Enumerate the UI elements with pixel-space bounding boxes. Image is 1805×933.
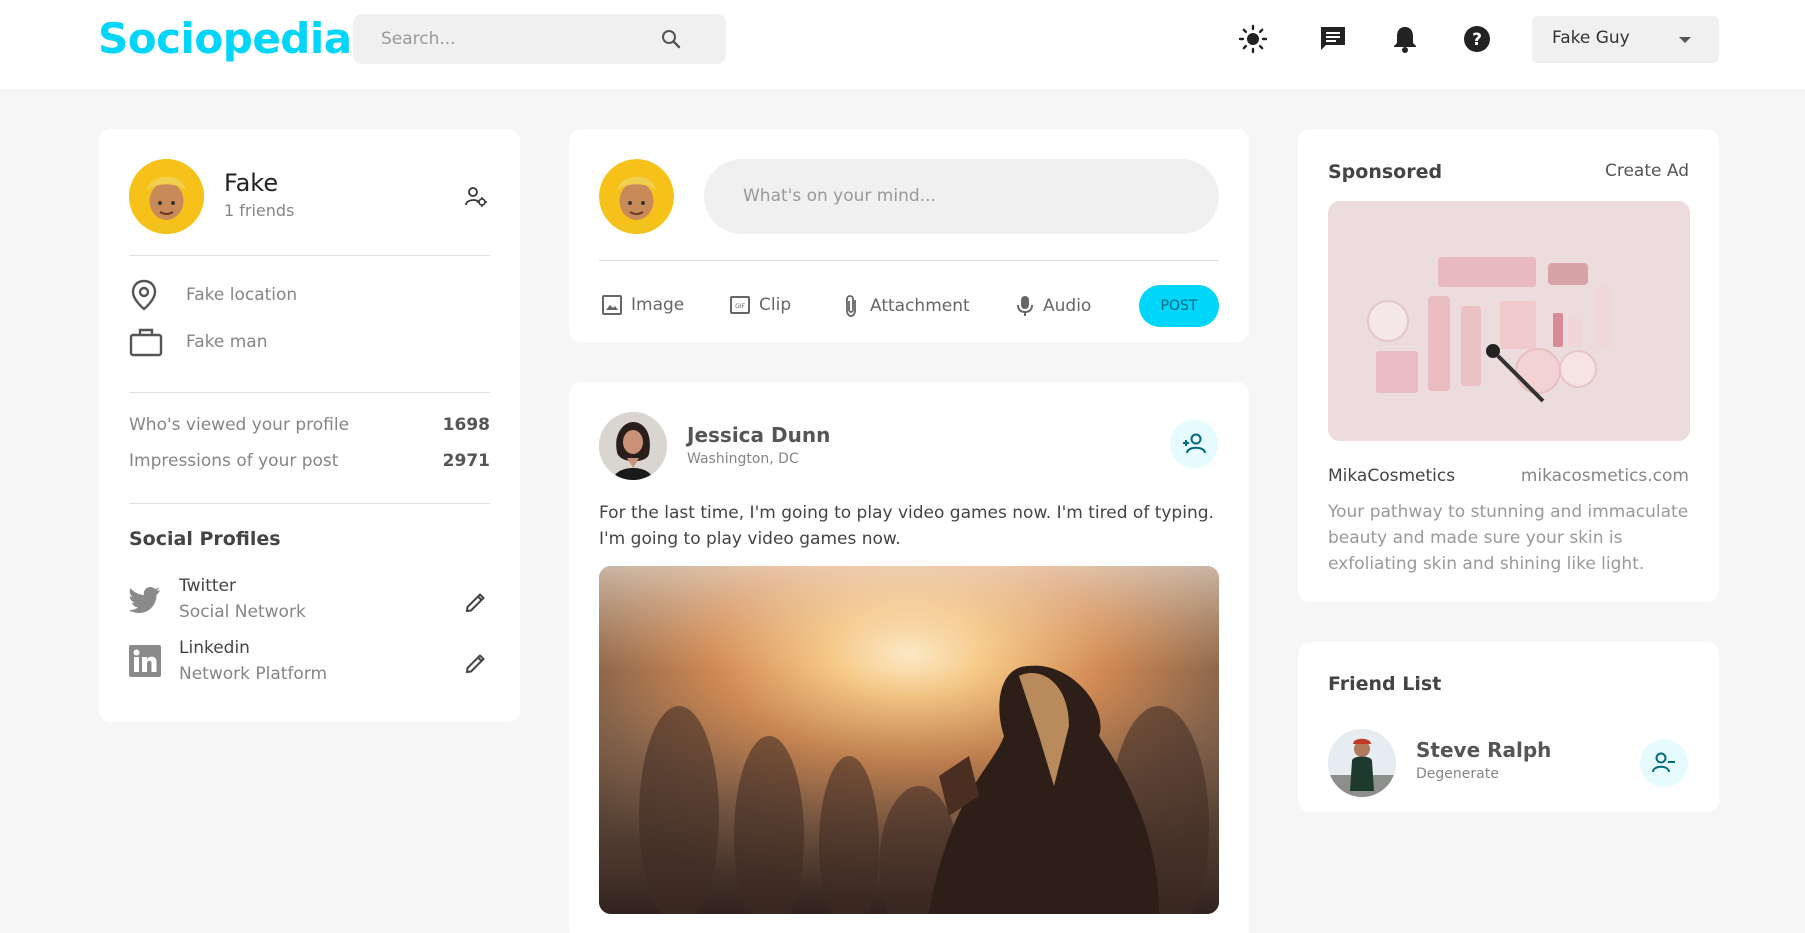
search-input[interactable]	[381, 26, 661, 52]
social-name[interactable]: Linkedin	[179, 638, 250, 658]
person-add-icon	[1183, 433, 1206, 454]
divider	[599, 260, 1219, 261]
audio-action-label: Audio	[1043, 296, 1092, 316]
post-image[interactable]	[599, 566, 1219, 914]
friend-name[interactable]: Steve Ralph	[1416, 738, 1551, 762]
search-icon[interactable]	[659, 27, 683, 55]
ad-image[interactable]	[1328, 201, 1690, 441]
bell-icon[interactable]	[1388, 22, 1422, 56]
impressions-count: 2971	[442, 451, 490, 471]
user-dropdown[interactable]: Fake Guy	[1532, 16, 1719, 63]
post-text: For the last time, I'm going to play vid…	[599, 503, 1214, 549]
clip-action-label: Clip	[759, 295, 792, 315]
occupation-text: Fake man	[186, 332, 268, 352]
create-ad-link[interactable]: Create Ad	[1605, 161, 1689, 181]
profile-avatar[interactable]	[129, 159, 204, 234]
friend-list-title: Friend List	[1328, 673, 1442, 695]
attachment-icon	[846, 295, 856, 317]
sponsored-title: Sponsored	[1328, 161, 1443, 183]
post-author-avatar[interactable]	[599, 412, 667, 480]
edit-icon[interactable]	[464, 590, 488, 618]
clip-action[interactable]: GIF Clip	[729, 294, 791, 316]
location-text: Fake location	[186, 285, 298, 305]
edit-icon[interactable]	[464, 651, 488, 679]
friend-subtitle: Degenerate	[1416, 766, 1499, 782]
linkedin-icon	[129, 645, 161, 681]
ad-brand: MikaCosmetics	[1328, 466, 1456, 486]
user-name: Fake Guy	[1552, 28, 1630, 48]
post-button[interactable]: POST	[1139, 285, 1219, 327]
logo[interactable]: Sociopedia	[98, 14, 352, 63]
friend-count: 1 friends	[224, 201, 295, 220]
friend-list-card: Friend List Steve Ralph Degenerate	[1298, 642, 1719, 812]
post-input[interactable]: What's on your mind...	[704, 159, 1219, 234]
svg-text:GIF: GIF	[735, 303, 745, 310]
divider	[129, 392, 490, 393]
impressions-label: Impressions of your post	[129, 451, 339, 471]
post-input-placeholder: What's on your mind...	[743, 186, 936, 206]
divider	[129, 503, 490, 504]
social-type: Network Platform	[179, 664, 328, 684]
sun-icon[interactable]	[1236, 22, 1270, 56]
social-name[interactable]: Twitter	[179, 576, 236, 596]
person-remove-icon	[1652, 752, 1675, 773]
remove-friend-button[interactable]	[1640, 739, 1688, 787]
attachment-action-label: Attachment	[870, 296, 970, 316]
image-action-label: Image	[631, 295, 685, 315]
social-profiles-title: Social Profiles	[129, 528, 281, 550]
navbar: Sociopedia ? Fake Guy	[0, 0, 1805, 89]
image-action[interactable]: Image	[601, 294, 684, 316]
briefcase-icon	[129, 327, 163, 361]
post-author-name[interactable]: Jessica Dunn	[687, 423, 830, 447]
ad-description: Your pathway to stunning and immaculate …	[1328, 502, 1689, 574]
chevron-down-icon	[1679, 37, 1691, 43]
attachment-action[interactable]: Attachment	[840, 294, 970, 318]
composer-avatar	[599, 159, 674, 234]
help-icon[interactable]: ?	[1460, 22, 1494, 56]
friend-avatar[interactable]	[1328, 729, 1396, 797]
svg-text:?: ?	[1472, 30, 1482, 50]
profile-name[interactable]: Fake	[224, 169, 278, 197]
divider	[129, 255, 490, 256]
audio-action[interactable]: Audio	[1015, 294, 1091, 318]
post-author-location: Washington, DC	[687, 451, 799, 467]
viewed-label: Who's viewed your profile	[129, 415, 350, 435]
viewed-count: 1698	[442, 415, 490, 435]
manage-account-icon[interactable]	[464, 185, 488, 213]
message-icon[interactable]	[1316, 22, 1350, 56]
add-friend-button[interactable]	[1170, 420, 1218, 468]
gif-icon: GIF	[730, 296, 750, 314]
twitter-icon	[128, 586, 161, 618]
profile-card: Fake 1 friends Fake location Fake man Wh…	[99, 129, 520, 722]
social-type: Social Network	[179, 602, 306, 622]
location-icon	[131, 279, 157, 315]
microphone-icon	[1017, 296, 1033, 316]
search-box	[353, 14, 726, 64]
image-icon	[602, 295, 622, 315]
ad-site[interactable]: mikacosmetics.com	[1521, 466, 1689, 486]
